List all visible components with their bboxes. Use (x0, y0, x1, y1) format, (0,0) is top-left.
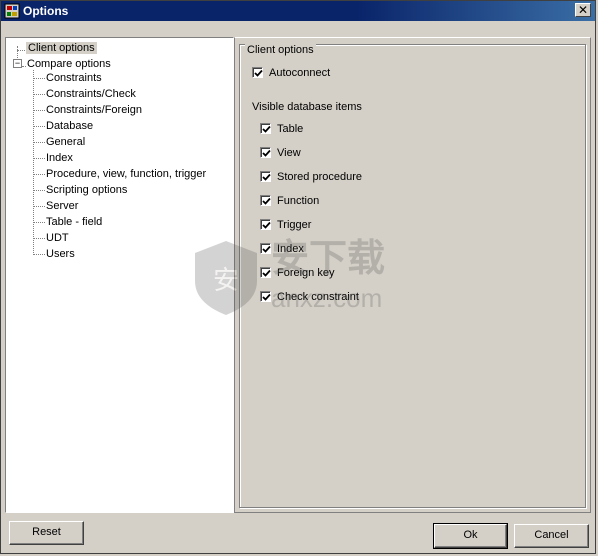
tree-item-general[interactable]: General (46, 134, 85, 150)
options-dialog: Options ✕ Client options − Compare optio… (0, 0, 596, 554)
tree-connector (17, 50, 25, 51)
checkbox-box[interactable] (260, 243, 271, 254)
check-icon (262, 149, 271, 157)
tree-item-label: General (46, 136, 86, 148)
tree-connector (33, 222, 45, 223)
tree-item-index[interactable]: Index (46, 150, 73, 166)
checkbox-label: Trigger (277, 219, 312, 231)
check-icon (262, 125, 271, 133)
check-icon (254, 69, 263, 77)
checkbox-label: Table (277, 123, 304, 135)
tree-item-table-field[interactable]: Table - field (46, 214, 102, 230)
cancel-button-label: Cancel (534, 529, 569, 541)
tree-connector (33, 126, 45, 127)
tree-connector (33, 174, 45, 175)
reset-button-label: Reset (32, 526, 61, 538)
tree-connector (33, 110, 45, 111)
checkbox-label: Autoconnect (269, 67, 331, 79)
tree-item-udt[interactable]: UDT (46, 230, 69, 246)
checkbox-box[interactable] (260, 171, 271, 182)
ok-button-label: Ok (463, 529, 478, 541)
close-button[interactable]: ✕ (575, 3, 591, 17)
tree-item-label: Constraints/Check (46, 88, 136, 100)
close-icon: ✕ (577, 3, 589, 17)
tree-connector (33, 190, 45, 191)
tree-item-label: Index (46, 152, 73, 164)
collapse-icon[interactable]: − (13, 59, 22, 68)
tree-connector (33, 94, 45, 95)
checkbox-label: Index (277, 243, 304, 255)
tree-item-label: Database (46, 120, 94, 132)
tree-item-label: Scripting options (46, 184, 128, 196)
visible-items-label: Visible database items (252, 101, 362, 113)
tree-connector (33, 70, 34, 255)
tree-connector (33, 142, 45, 143)
tree-connector (22, 66, 26, 67)
tree-connector (33, 238, 45, 239)
check-icon (262, 245, 271, 253)
app-icon (4, 3, 20, 19)
tree-item-label: Compare options (27, 58, 111, 70)
tree-connector (33, 158, 45, 159)
tree-item-label: UDT (46, 232, 69, 244)
tree-item-label: Constraints/Foreign (46, 104, 142, 116)
checkbox-box[interactable] (260, 123, 271, 134)
tree-item-label: Table - field (46, 216, 103, 228)
cancel-button[interactable]: Cancel (514, 524, 589, 548)
tree-item-label: Users (46, 248, 75, 260)
tree-item-users[interactable]: Users (46, 246, 75, 262)
reset-button[interactable]: Reset (9, 521, 84, 545)
settings-panel: Client options Autoconnect Visible datab… (234, 37, 591, 513)
tree-item-label: Client options (26, 42, 97, 54)
checkbox-label: Check constraint (277, 291, 359, 303)
tree-connector (33, 78, 45, 79)
options-tree[interactable]: Client options − Compare options Constra… (5, 37, 234, 513)
tree-item-database[interactable]: Database (46, 118, 93, 134)
checkbox-label: Stored procedure (277, 171, 362, 183)
window-title: Options (23, 4, 69, 18)
checkbox-box[interactable] (260, 147, 271, 158)
tree-connector (33, 254, 45, 255)
ok-button[interactable]: Ok (433, 523, 508, 549)
tree-item-constraints[interactable]: Constraints (46, 70, 102, 86)
check-icon (262, 221, 271, 229)
client-options-groupbox: Client options Autoconnect Visible datab… (239, 44, 586, 508)
tree-item-client-options[interactable]: Client options (26, 40, 97, 56)
check-icon (262, 197, 271, 205)
check-icon (262, 173, 271, 181)
tree-item-label: Procedure, view, function, trigger (46, 168, 207, 180)
checkbox-label: Foreign key (277, 267, 335, 279)
tree-item-scripting-options[interactable]: Scripting options (46, 182, 127, 198)
tree-item-label: Constraints (46, 72, 102, 84)
checkbox-label: View (277, 147, 301, 159)
check-icon (262, 269, 271, 277)
tree-item-constraints-check[interactable]: Constraints/Check (46, 86, 136, 102)
checkbox-box[interactable] (252, 67, 263, 78)
title-bar[interactable]: Options ✕ (1, 1, 595, 21)
checkbox-box[interactable] (260, 291, 271, 302)
tree-item-procedure-view-function-trigger[interactable]: Procedure, view, function, trigger (46, 166, 206, 182)
checkbox-box[interactable] (260, 219, 271, 230)
tree-item-constraints-foreign[interactable]: Constraints/Foreign (46, 102, 142, 118)
checkbox-box[interactable] (260, 267, 271, 278)
checkbox-box[interactable] (260, 195, 271, 206)
tree-item-label: Server (46, 200, 79, 212)
tree-connector (33, 206, 45, 207)
check-icon (262, 293, 271, 301)
tree-item-server[interactable]: Server (46, 198, 78, 214)
groupbox-title: Client options (245, 44, 316, 56)
checkbox-label: Function (277, 195, 320, 207)
